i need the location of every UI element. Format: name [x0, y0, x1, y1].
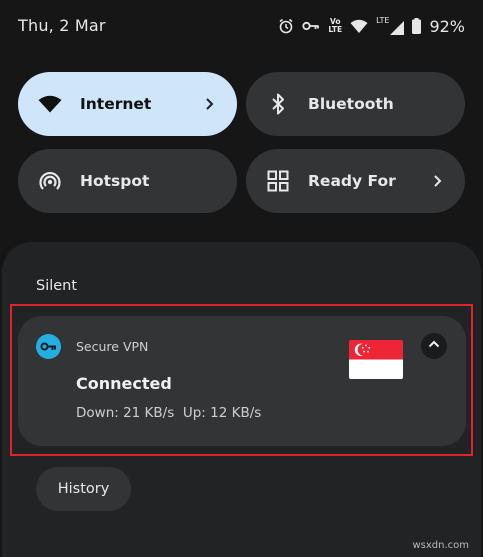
- highlight-annotation-box: [10, 304, 473, 456]
- hotspot-icon: [36, 167, 64, 195]
- tile-internet-label: Internet: [80, 95, 152, 113]
- bluetooth-icon: [264, 90, 292, 118]
- status-date: Thu, 2 Mar: [18, 16, 106, 35]
- tile-bluetooth-label: Bluetooth: [308, 95, 394, 113]
- chevron-right-icon: [199, 94, 219, 114]
- status-bar: Thu, 2 Mar Vo LTE LTE 92%: [0, 0, 483, 52]
- volte-icon: Vo LTE: [328, 18, 342, 34]
- wifi-icon: [36, 90, 64, 118]
- grid-icon: [264, 167, 292, 195]
- tile-ready-for[interactable]: Ready For: [246, 149, 465, 213]
- tile-hotspot-label: Hotspot: [80, 172, 150, 190]
- alarm-icon: [278, 18, 294, 34]
- tile-ready-for-label: Ready For: [308, 172, 396, 190]
- tile-internet[interactable]: Internet: [18, 72, 237, 136]
- lte-label: LTE: [376, 16, 390, 25]
- wifi-icon: [350, 19, 368, 34]
- battery-icon: [412, 18, 422, 34]
- vpn-key-icon: [302, 19, 320, 33]
- watermark: wsxdn.com: [412, 540, 469, 551]
- history-button[interactable]: History: [36, 467, 131, 511]
- tile-hotspot[interactable]: Hotspot: [18, 149, 237, 213]
- chevron-right-icon: [427, 171, 447, 191]
- battery-percent: 92%: [429, 16, 465, 36]
- volte-bottom-label: LTE: [328, 25, 343, 34]
- section-label-silent: Silent: [36, 278, 78, 294]
- tile-bluetooth[interactable]: Bluetooth: [246, 72, 465, 136]
- lte-signal-icon: LTE: [376, 16, 405, 35]
- status-icons: Vo LTE LTE 92%: [278, 14, 465, 38]
- android-screen: Thu, 2 Mar Vo LTE LTE 92% Internet Bluet…: [0, 0, 483, 557]
